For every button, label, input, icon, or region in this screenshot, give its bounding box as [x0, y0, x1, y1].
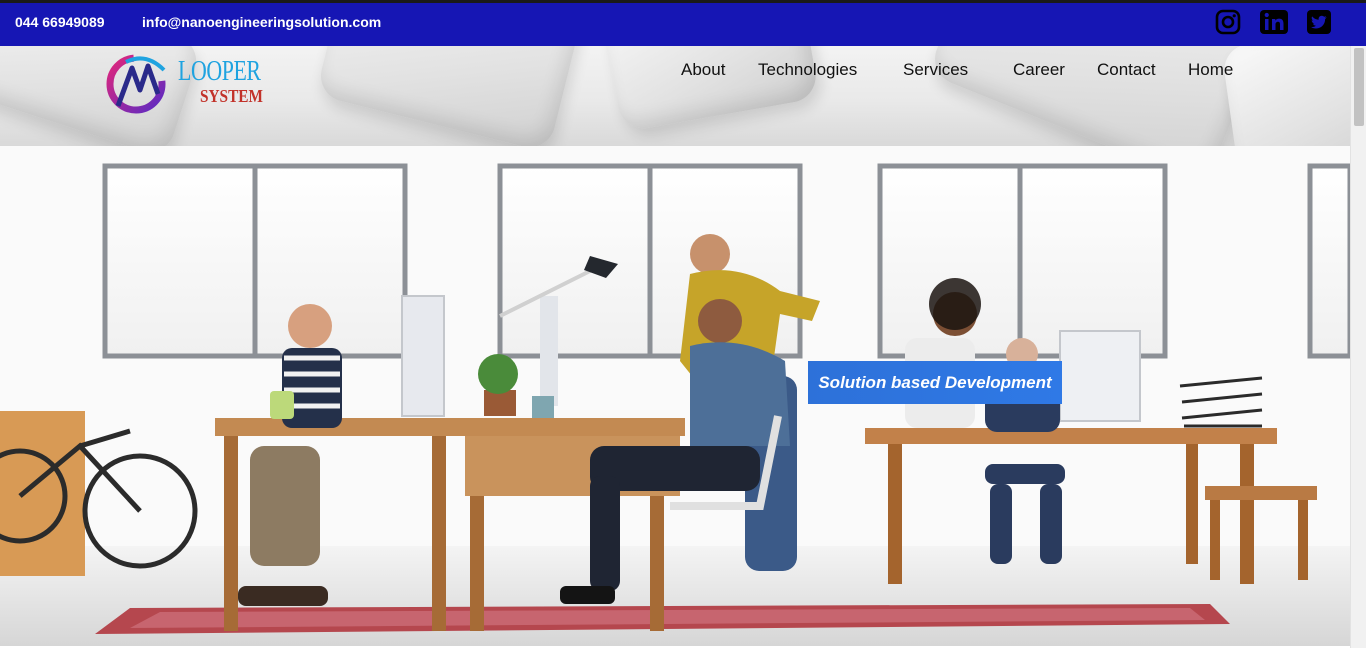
logo-word-system: SYSTEM: [200, 86, 263, 106]
keyboard-key-bg: [600, 46, 820, 133]
nav-technologies[interactable]: Technologies: [758, 60, 860, 80]
phone-number[interactable]: 044 66949089: [15, 14, 105, 30]
nav-contact[interactable]: Contact: [1097, 60, 1156, 80]
email-address[interactable]: info@nanoengineeringsolution.com: [142, 14, 381, 30]
hero-banner: [0, 146, 1350, 646]
nav-career[interactable]: Career: [1013, 60, 1065, 80]
instagram-icon[interactable]: [1215, 9, 1241, 35]
nav-home[interactable]: Home: [1188, 60, 1233, 80]
office-scene-image: [0, 146, 1350, 646]
hero-caption: Solution based Development: [808, 361, 1062, 404]
logo-mark-icon: [106, 54, 166, 114]
scrollbar-thumb[interactable]: [1354, 48, 1364, 126]
keyboard-key-bg: [1221, 46, 1350, 146]
twitter-icon[interactable]: [1306, 9, 1332, 35]
looper-system-logo[interactable]: LOOPER SYSTEM: [106, 50, 276, 114]
nav-services[interactable]: Services: [903, 60, 971, 80]
keyboard-key-bg: [315, 46, 585, 146]
linkedin-icon[interactable]: [1259, 9, 1289, 35]
page-scrollbar[interactable]: [1350, 46, 1366, 648]
nav-about[interactable]: About: [681, 60, 725, 80]
top-contact-bar: 044 66949089 info@nanoengineeringsolutio…: [0, 0, 1366, 46]
logo-word-looper: LOOPER: [178, 56, 261, 87]
